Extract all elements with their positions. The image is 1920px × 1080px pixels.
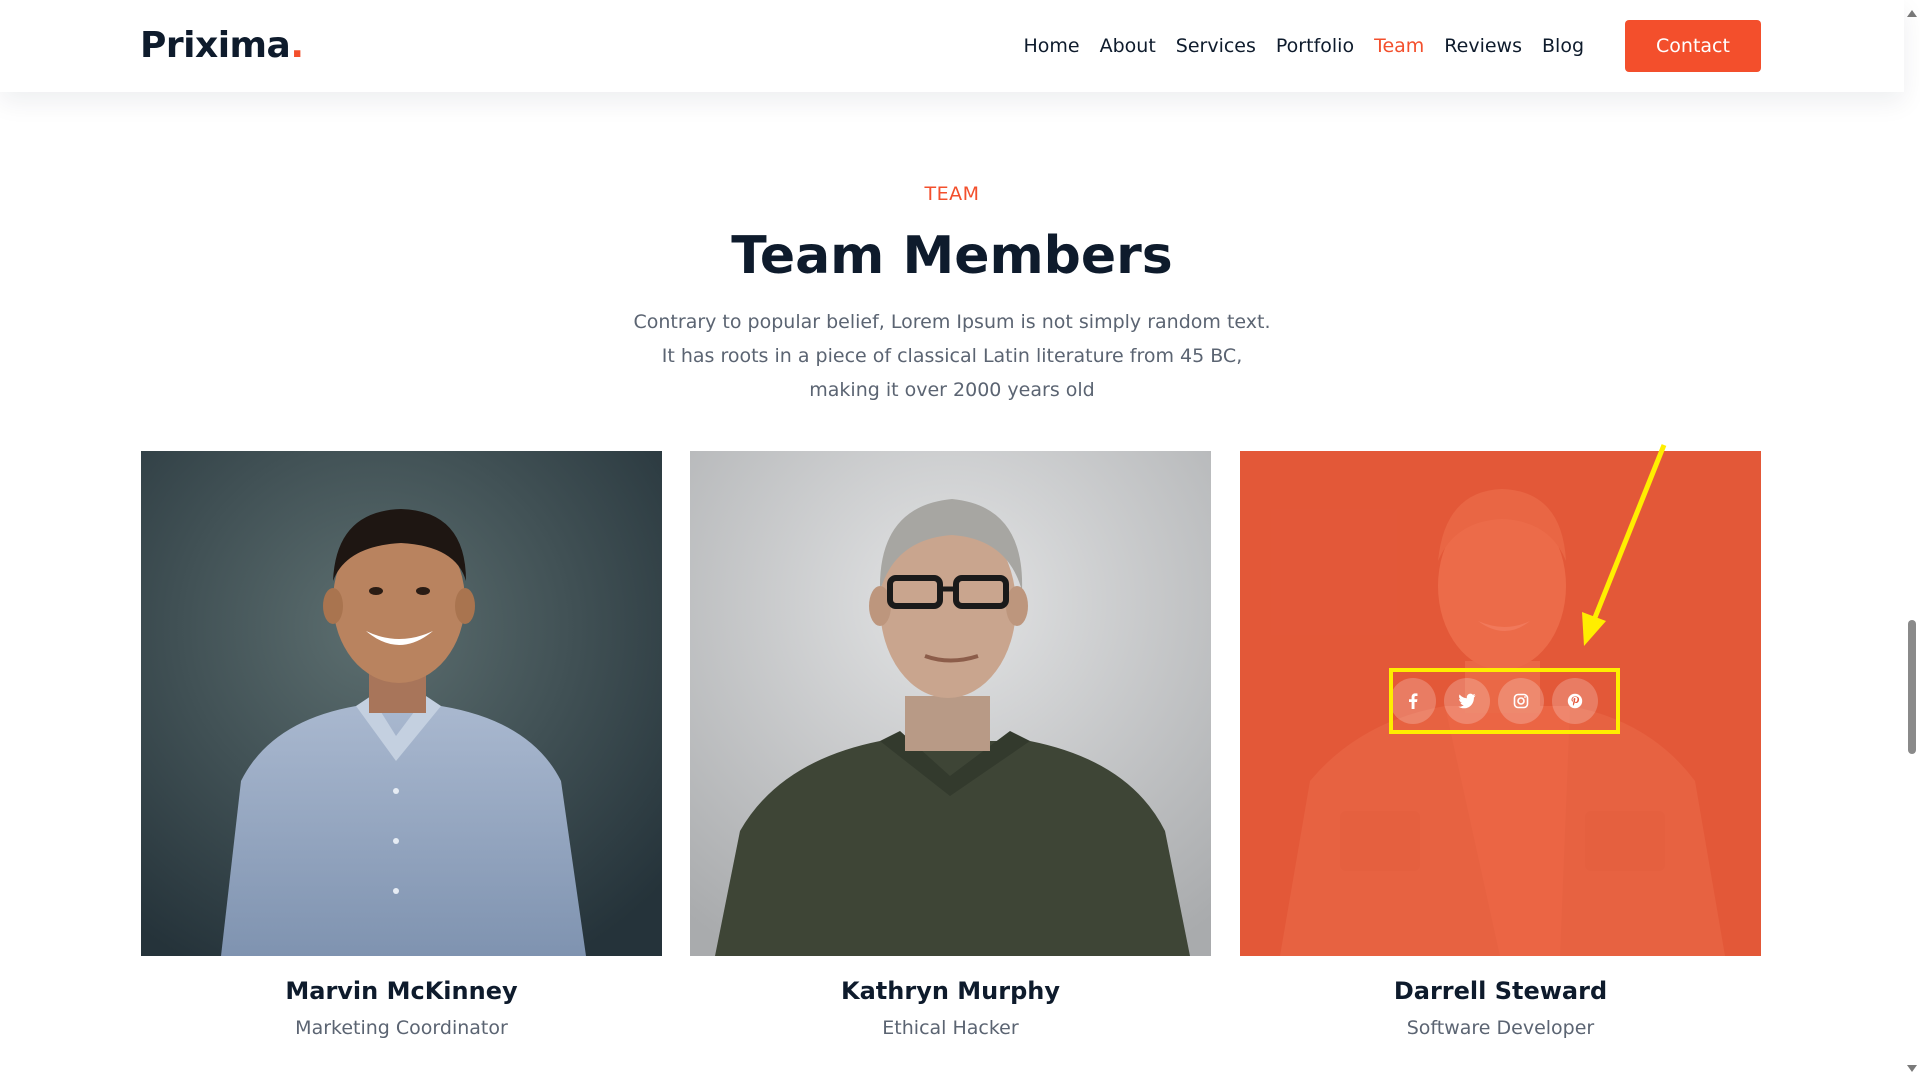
scroll-down-arrow-icon[interactable] (1907, 1065, 1917, 1072)
member-role: Ethical Hacker (882, 1017, 1019, 1039)
site-header: Prixima. Home About Services Portfolio T… (0, 0, 1904, 92)
nav-link-about[interactable]: About (1100, 35, 1156, 57)
nav-link-home[interactable]: Home (1023, 35, 1079, 57)
nav-link-blog[interactable]: Blog (1542, 35, 1584, 57)
section-title: Team Members (731, 226, 1173, 286)
main-nav: Home About Services Portfolio Team Revie… (1023, 0, 1584, 92)
member-role: Software Developer (1406, 1017, 1595, 1039)
member-name: Kathryn Murphy (841, 977, 1060, 1005)
team-card[interactable]: Darrell Steward Software Developer (1240, 451, 1761, 1043)
twitter-icon[interactable] (1444, 678, 1490, 724)
portrait-smiling-man-image (141, 451, 662, 956)
scroll-thumb[interactable] (1908, 620, 1916, 754)
nav-link-services[interactable]: Services (1176, 35, 1256, 57)
logo[interactable]: Prixima. (140, 20, 304, 72)
scroll-up-arrow-icon[interactable] (1907, 10, 1917, 17)
nav-link-portfolio[interactable]: Portfolio (1276, 35, 1354, 57)
social-links (1390, 678, 1598, 724)
page-scrollbar[interactable] (1904, 0, 1920, 1080)
nav-link-team[interactable]: Team (1374, 35, 1424, 57)
instagram-icon[interactable] (1498, 678, 1544, 724)
member-role: Marketing Coordinator (295, 1017, 508, 1039)
member-photo[interactable] (141, 451, 662, 956)
logo-text: Prixima (140, 25, 291, 66)
logo-dot: . (290, 25, 304, 66)
portrait-older-man-image (690, 451, 1211, 956)
contact-button[interactable]: Contact (1625, 20, 1761, 72)
member-photo[interactable] (690, 451, 1211, 956)
pinterest-icon[interactable] (1552, 678, 1598, 724)
nav-link-reviews[interactable]: Reviews (1444, 35, 1522, 57)
section-description: Contrary to popular belief, Lorem Ipsum … (633, 311, 1271, 401)
team-card[interactable]: Kathryn Murphy Ethical Hacker (690, 451, 1211, 1043)
member-name: Marvin McKinney (285, 977, 518, 1005)
team-card[interactable]: Marvin McKinney Marketing Coordinator (141, 451, 662, 1043)
member-name: Darrell Steward (1393, 977, 1608, 1005)
section-eyebrow: TEAM (924, 183, 980, 205)
facebook-icon[interactable] (1390, 678, 1436, 724)
member-photo[interactable] (1240, 451, 1761, 956)
